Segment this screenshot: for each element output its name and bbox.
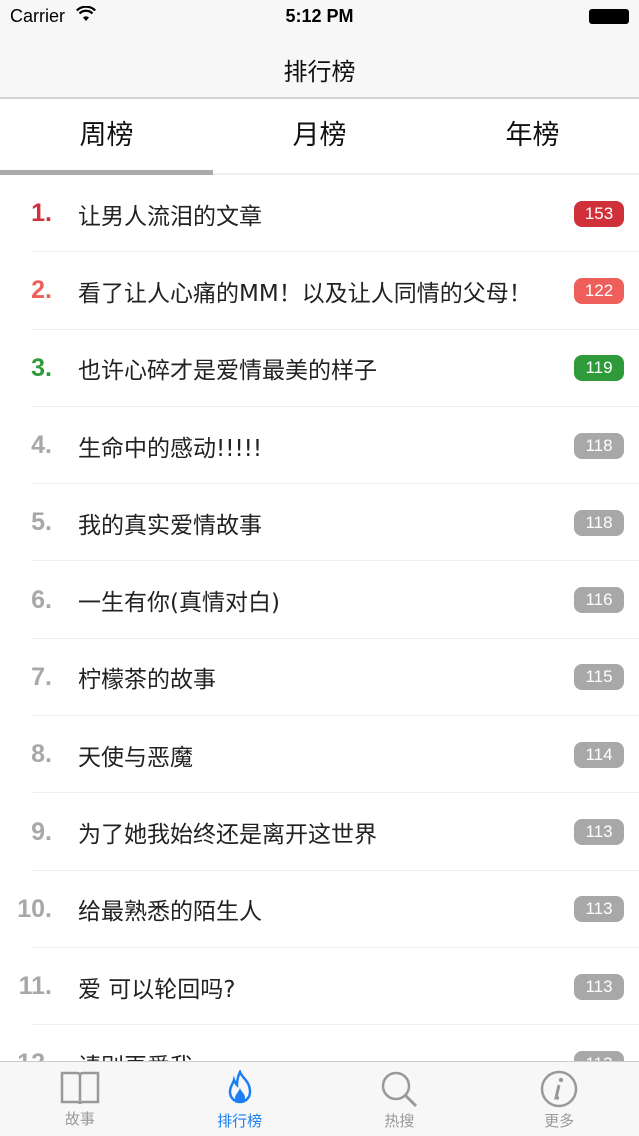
nav-bar: 排行榜	[0, 40, 639, 99]
count-badge: 116	[574, 587, 624, 614]
story-title: 给最熟悉的陌生人	[78, 899, 262, 926]
ranking-list[interactable]: 1. 让男人流泪的文章 153 2. 看了让人心痛的MM！以及让人同情的父母！ 122 3.…	[0, 175, 639, 1061]
rank-number: 12.	[0, 1049, 78, 1061]
count-badge: 115	[574, 664, 624, 691]
count-badge: 113	[574, 896, 624, 923]
rank-number: 9.	[31, 817, 52, 846]
rank-number: 4.	[31, 431, 52, 460]
tabbar-label: 热搜	[384, 1112, 415, 1130]
tab-yearly[interactable]: 年榜	[426, 99, 639, 173]
story-title: 爱 可以轮回吗?	[78, 976, 236, 1003]
flame-icon	[228, 1070, 251, 1104]
list-item[interactable]: 10. 给最熟悉的陌生人 113	[0, 871, 639, 949]
list-item[interactable]: 11. 爱 可以轮回吗? 113	[0, 948, 639, 1026]
tabbar-item-ranking[interactable]: 排行榜	[160, 1062, 320, 1136]
count-badge: 118	[574, 509, 624, 536]
story-title: 我的真实爱情故事	[78, 512, 262, 539]
list-item[interactable]: 5. 我的真实爱情故事 118	[0, 484, 639, 562]
tabbar-item-hot-search[interactable]: 热搜	[320, 1062, 480, 1136]
count-badge: 153	[574, 200, 624, 227]
count-badge: 114	[574, 741, 624, 768]
story-title: 柠檬茶的故事	[78, 667, 216, 694]
story-title: 为了她我始终还是离开这世界	[78, 822, 377, 849]
rank-number: 10.	[17, 894, 52, 923]
list-item[interactable]: 7. 柠檬茶的故事 115	[0, 639, 639, 717]
rank-number: 7.	[31, 662, 52, 691]
count-badge: 122	[574, 277, 624, 304]
tabbar-label: 故事	[64, 1110, 95, 1128]
count-badge: 113	[574, 1050, 624, 1061]
book-icon	[60, 1071, 100, 1105]
story-title: 一生有你(真情对白)	[78, 590, 280, 617]
story-title: 看了让人心痛的MM！以及让人同情的父母！	[78, 280, 532, 307]
rank-number: 3.	[31, 353, 52, 382]
tabbar-item-stories[interactable]: 故事	[0, 1062, 160, 1136]
list-item[interactable]: 12.请别再爱我 113	[0, 1025, 639, 1061]
story-title: 生命中的感动!!!!!	[78, 435, 263, 462]
list-item[interactable]: 4. 生命中的感动!!!!! 118	[0, 407, 639, 485]
battery-icon	[589, 9, 629, 24]
rank-number: 8.	[31, 740, 52, 769]
rank-number: 5.	[31, 508, 52, 537]
tab-bar: 故事 排行榜 热搜 更多	[0, 1061, 639, 1136]
rank-number: 2.	[31, 276, 52, 305]
tabbar-item-more[interactable]: 更多	[479, 1062, 639, 1136]
search-icon	[382, 1071, 418, 1108]
info-icon	[540, 1070, 578, 1108]
list-item[interactable]: 9. 为了她我始终还是离开这世界 113	[0, 793, 639, 871]
story-title: 天使与恶魔	[78, 744, 193, 771]
story-title: 也许心碎才是爱情最美的样子	[78, 358, 377, 385]
count-badge: 118	[574, 432, 624, 459]
list-item[interactable]: 1. 让男人流泪的文章 153	[0, 175, 639, 253]
list-item[interactable]: 3. 也许心碎才是爱情最美的样子 119	[0, 330, 639, 408]
tab-monthly[interactable]: 月榜	[213, 99, 426, 173]
story-title: 请别再爱我	[78, 1047, 550, 1061]
story-title: 让男人流泪的文章	[78, 203, 262, 230]
count-badge: 113	[574, 819, 624, 846]
tabbar-label: 排行榜	[217, 1112, 263, 1130]
tab-weekly[interactable]: 周榜	[0, 99, 213, 173]
segment-tabs: 周榜 月榜 年榜	[0, 99, 639, 175]
clock: 5:12 PM	[285, 6, 354, 26]
page-title: 排行榜	[283, 58, 356, 86]
list-item[interactable]: 6. 一生有你(真情对白) 116	[0, 561, 639, 640]
count-badge: 113	[574, 973, 624, 1000]
status-bar: Carrier 5:12 PM	[0, 0, 639, 40]
rank-number: 1.	[31, 199, 52, 228]
list-item[interactable]: 8. 天使与恶魔 114	[0, 716, 639, 794]
tabbar-label: 更多	[544, 1112, 575, 1130]
rank-number: 6.	[31, 585, 52, 614]
list-item[interactable]: 2. 看了让人心痛的MM！以及让人同情的父母！ 122	[0, 252, 639, 330]
rank-number: 11.	[18, 972, 52, 1001]
count-badge: 119	[574, 355, 624, 382]
